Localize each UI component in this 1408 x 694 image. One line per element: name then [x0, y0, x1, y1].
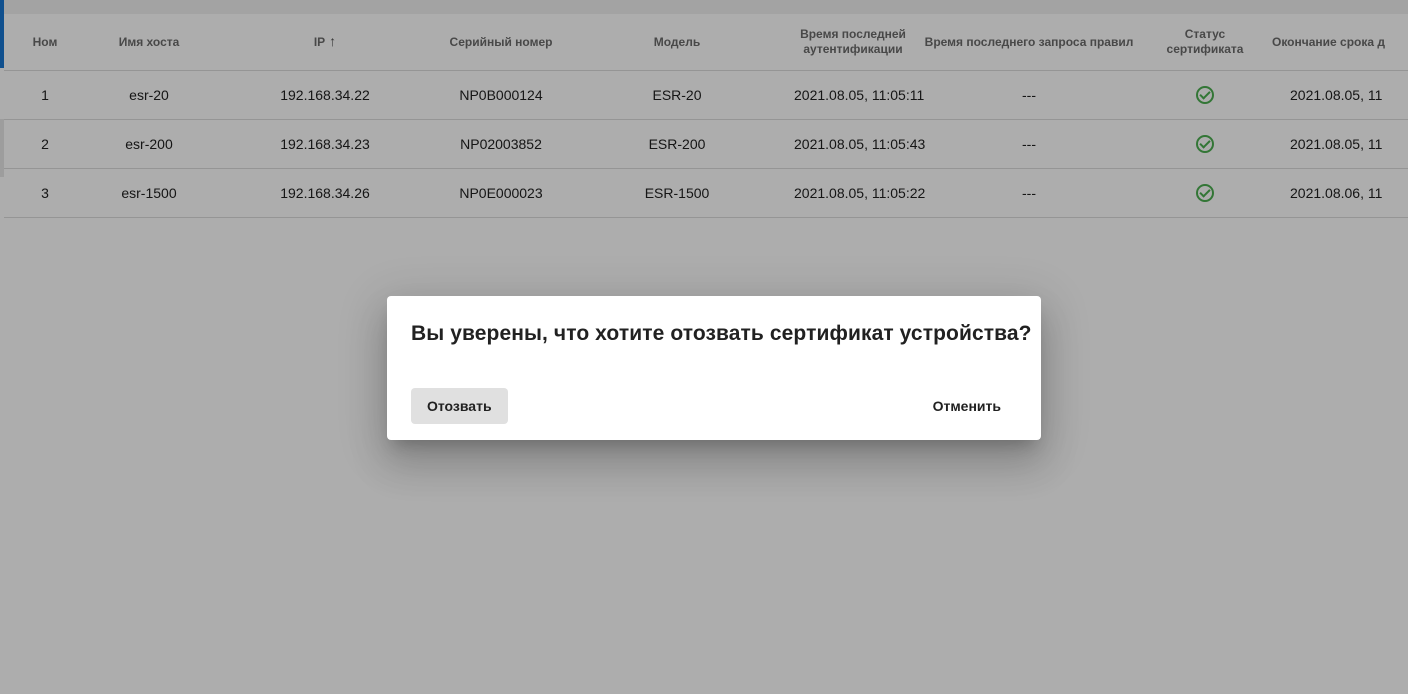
revoke-confirm-dialog: Вы уверены, что хотите отозвать сертифик…	[387, 296, 1041, 440]
cancel-button[interactable]: Отменить	[917, 388, 1017, 424]
revoke-button[interactable]: Отозвать	[411, 388, 508, 424]
dialog-title: Вы уверены, что хотите отозвать сертифик…	[411, 322, 1032, 345]
